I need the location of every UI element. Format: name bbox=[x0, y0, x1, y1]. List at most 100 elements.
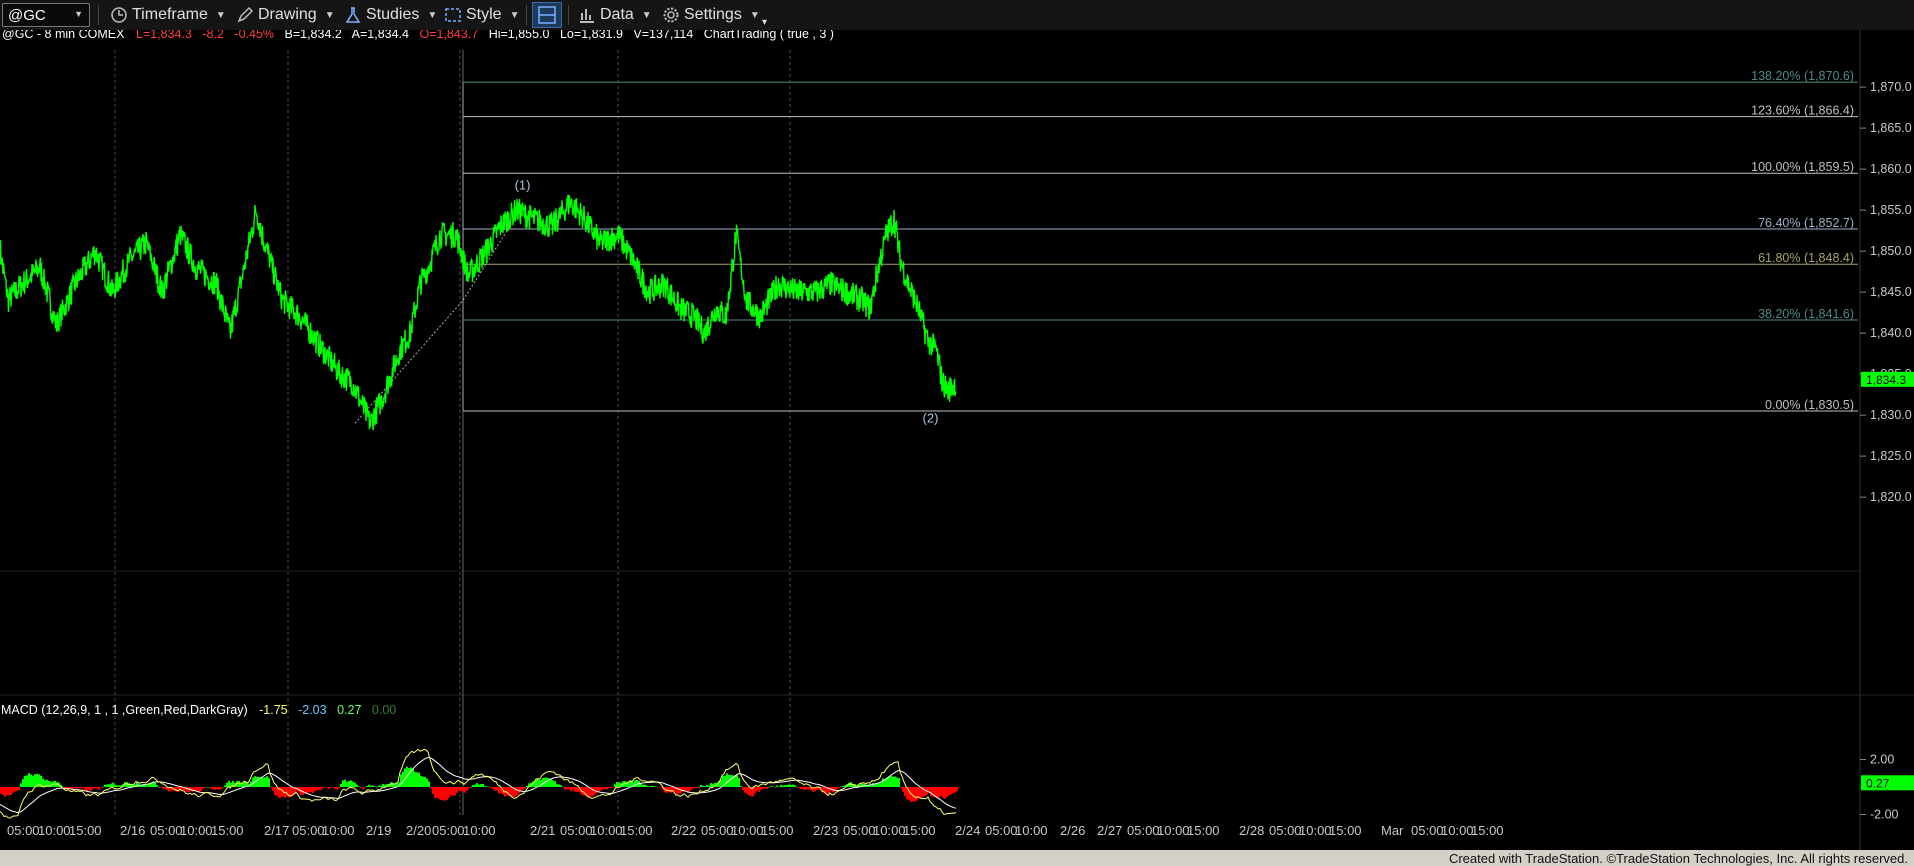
macd-histogram-bar bbox=[726, 773, 728, 787]
time-tick-label: 10:00 bbox=[463, 823, 496, 838]
macd-histogram-bar bbox=[376, 786, 378, 788]
macd-histogram-bar bbox=[888, 776, 890, 787]
macd-histogram-bar bbox=[498, 787, 500, 794]
macd-histogram-bar bbox=[436, 787, 438, 798]
macd-histogram-bar bbox=[564, 787, 566, 790]
last-value: L=1,834.3 bbox=[136, 30, 192, 41]
macd-histogram-bar bbox=[492, 787, 494, 790]
macd-histogram-bar bbox=[380, 785, 382, 787]
macd-histogram-bar bbox=[688, 787, 690, 793]
macd-histogram-bar bbox=[392, 782, 394, 787]
macd-histogram-bar bbox=[316, 787, 318, 791]
time-tick-label: 10:00 bbox=[38, 823, 71, 838]
macd-histogram-bar bbox=[344, 779, 346, 787]
macd-histogram-bar bbox=[806, 787, 808, 790]
macd-histogram-bar bbox=[656, 786, 658, 788]
timeframe-label: Timeframe bbox=[132, 6, 208, 23]
data-button[interactable]: Data ▼ bbox=[578, 3, 652, 27]
symbol-input[interactable]: @GC ▼ bbox=[2, 3, 90, 27]
macd-histogram-bar bbox=[338, 787, 340, 788]
macd-histogram-bar bbox=[102, 786, 104, 788]
macd-histogram-bar bbox=[318, 787, 320, 790]
macd-histogram-bar bbox=[434, 787, 436, 799]
macd-histogram-bar bbox=[948, 787, 950, 796]
time-tick-label: 10:00 bbox=[731, 823, 764, 838]
macd-histogram-bar bbox=[312, 787, 314, 794]
macd-histogram-bar bbox=[262, 777, 264, 787]
macd-histogram-bar bbox=[698, 787, 700, 788]
clock-icon bbox=[111, 7, 127, 23]
macd-histogram-bar bbox=[644, 784, 646, 787]
macd-histogram-bar bbox=[424, 776, 426, 787]
macd-histogram-bar bbox=[220, 787, 222, 790]
macd-histogram-bar bbox=[482, 783, 484, 787]
macd-histogram-bar bbox=[330, 787, 332, 788]
macd-histogram-bar bbox=[506, 787, 508, 796]
macd-histogram-bar bbox=[348, 781, 350, 787]
time-tick-label: 2/22 bbox=[671, 823, 696, 838]
timeframe-button[interactable]: Timeframe ▼ bbox=[110, 3, 226, 27]
macd-histogram-bar bbox=[786, 784, 788, 787]
time-tick-label: 10:00 bbox=[1441, 823, 1474, 838]
bar-chart-icon bbox=[580, 9, 594, 23]
macd-histogram-bar bbox=[412, 768, 414, 787]
macd-histogram-bar bbox=[794, 785, 796, 787]
price-tick-label: 1,820.0 bbox=[1870, 490, 1912, 504]
macd-histogram-bar bbox=[206, 786, 208, 788]
study-info: ChartTrading ( true , 3 ) bbox=[704, 30, 834, 41]
macd-histogram-bar bbox=[902, 787, 904, 792]
macd-histogram-bar bbox=[340, 783, 342, 787]
symbol-info: @GC - 8 min COMEX bbox=[2, 30, 125, 41]
fib-level-label: 100.00% (1,859.5) bbox=[1751, 160, 1854, 174]
macd-histogram-bar bbox=[654, 786, 656, 787]
macd-value: -1.75 bbox=[259, 703, 288, 717]
macd-histogram-bar bbox=[694, 787, 696, 789]
flask-icon bbox=[345, 7, 361, 23]
macd-histogram-bar bbox=[256, 776, 258, 787]
drawing-button[interactable]: Drawing ▼ bbox=[236, 3, 335, 27]
copyright-text: Created with TradeStation. ©TradeStation… bbox=[1448, 851, 1908, 866]
studies-button[interactable]: Studies ▼ bbox=[344, 3, 437, 27]
toolbar-separator bbox=[568, 5, 569, 25]
caret-down-icon: ▼ bbox=[509, 9, 520, 21]
macd-histogram-bar bbox=[494, 787, 496, 791]
price-tick-label: 1,845.0 bbox=[1870, 285, 1912, 299]
macd-histogram-bar bbox=[368, 784, 370, 787]
macd-histogram-bar bbox=[306, 787, 308, 794]
style-button[interactable]: Style ▼ bbox=[444, 3, 519, 27]
status-bar: Created with TradeStation. ©TradeStation… bbox=[0, 850, 1914, 866]
settings-button[interactable]: Settings ▼ bbox=[662, 3, 760, 27]
macd-histogram-bar bbox=[774, 787, 776, 788]
ask-value: A=1,834.4 bbox=[352, 30, 409, 41]
macd-title: MACD (12,26,9, 1 , 1 ,Green,Red,DarkGray… bbox=[1, 703, 248, 717]
chart-layout-button[interactable] bbox=[532, 2, 562, 28]
chart-area[interactable]: 138.20% (1,870.6) 123.60% (1,866.4) 100.00… bbox=[0, 30, 1914, 850]
macd-histogram-bar bbox=[618, 782, 620, 787]
macd-histogram-bar bbox=[766, 787, 768, 789]
time-tick-label: 15:00 bbox=[69, 823, 102, 838]
chevron-down-icon[interactable]: ▼ bbox=[74, 9, 83, 19]
macd-histogram-bar bbox=[356, 784, 358, 787]
macd-histogram-bar bbox=[458, 787, 460, 791]
wave-label[interactable]: (1) bbox=[515, 178, 531, 193]
macd-histogram-bar bbox=[892, 776, 894, 787]
macd-last-marker: 0.27 bbox=[1861, 775, 1914, 791]
macd-histogram-bar bbox=[108, 784, 110, 787]
wave-label[interactable]: (2) bbox=[923, 410, 939, 425]
macd-histogram-bar bbox=[670, 787, 672, 793]
macd-histogram-bar bbox=[954, 787, 956, 793]
macd-histogram-bar bbox=[488, 786, 490, 788]
toolbar-separator bbox=[526, 5, 527, 25]
macd-histogram-bar bbox=[228, 780, 230, 787]
macd-histogram-bar bbox=[576, 787, 578, 793]
macd-histogram-bar bbox=[706, 784, 708, 787]
pencil-icon bbox=[237, 6, 254, 23]
macd-histogram-bar bbox=[772, 786, 774, 788]
time-tick-label: 2/23 bbox=[813, 823, 838, 838]
price-tick-label: 1,870.0 bbox=[1870, 80, 1912, 94]
macd-histogram-bar bbox=[704, 786, 706, 787]
macd-histogram-bar bbox=[914, 787, 916, 802]
macd-histogram-bar bbox=[212, 787, 214, 790]
macd-histogram-bar bbox=[196, 787, 198, 791]
price-tick-label: 1,825.0 bbox=[1870, 449, 1912, 463]
